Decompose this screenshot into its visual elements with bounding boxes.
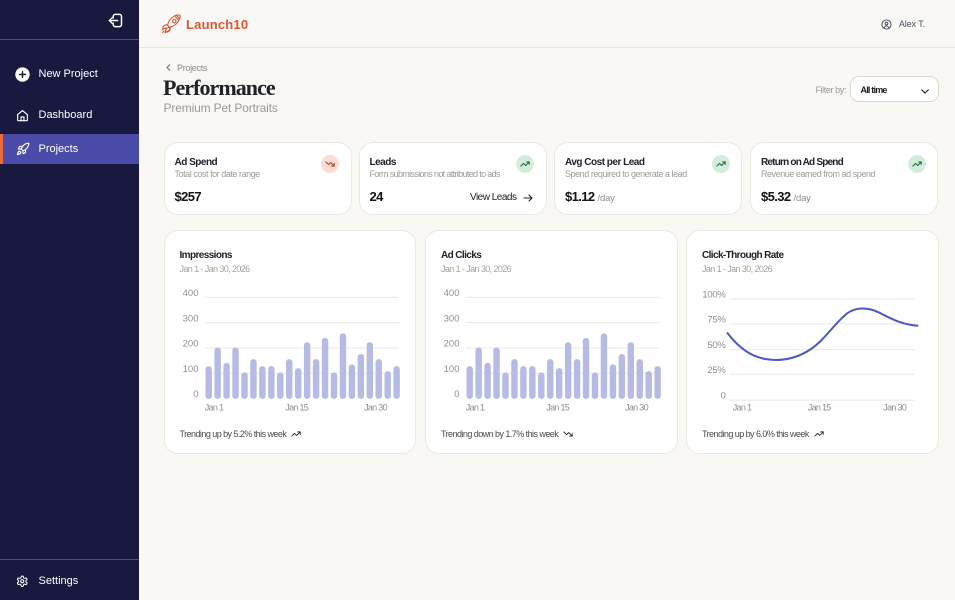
svg-text:Jan 1: Jan 1 [204, 403, 223, 413]
svg-text:Jan 15: Jan 15 [546, 403, 570, 413]
svg-text:25%: 25% [707, 365, 726, 376]
svg-text:200: 200 [444, 339, 460, 350]
svg-text:400: 400 [182, 288, 198, 299]
svg-text:0: 0 [721, 391, 726, 402]
svg-text:300: 300 [444, 313, 460, 324]
svg-text:50%: 50% [707, 340, 726, 351]
svg-text:300: 300 [182, 313, 198, 324]
svg-text:Jan 30: Jan 30 [883, 403, 907, 413]
svg-text:75%: 75% [707, 315, 726, 326]
svg-text:0: 0 [454, 389, 459, 400]
svg-text:Jan 1: Jan 1 [466, 403, 485, 413]
svg-text:Jan 15: Jan 15 [808, 403, 832, 413]
svg-text:Jan 15: Jan 15 [285, 403, 309, 413]
svg-text:Jan 30: Jan 30 [625, 403, 649, 413]
svg-text:100: 100 [444, 364, 460, 375]
svg-text:200: 200 [182, 339, 198, 350]
svg-text:Jan 30: Jan 30 [364, 403, 388, 413]
svg-text:0: 0 [193, 389, 198, 400]
svg-text:100: 100 [182, 364, 198, 375]
svg-text:100%: 100% [702, 290, 726, 301]
svg-text:400: 400 [444, 288, 460, 299]
svg-text:Jan 1: Jan 1 [733, 403, 752, 413]
